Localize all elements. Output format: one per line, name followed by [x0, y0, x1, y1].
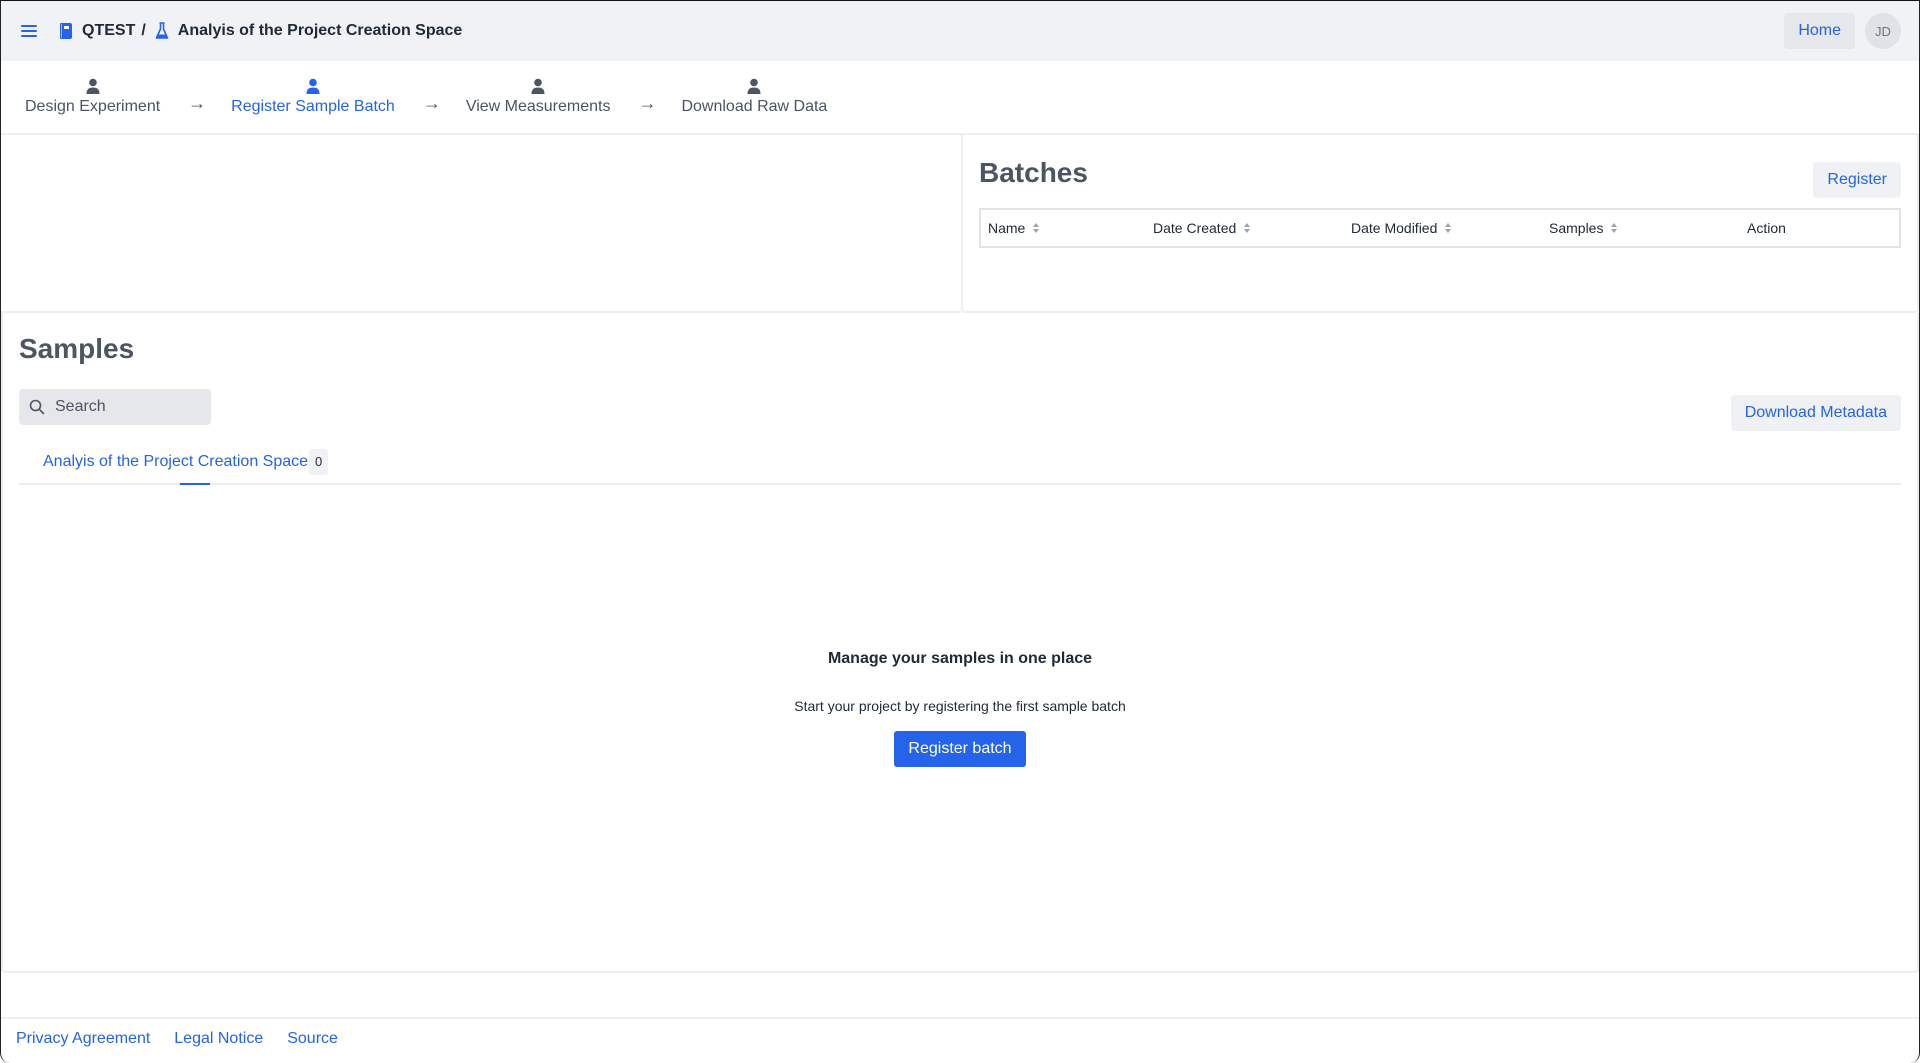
active-tab-indicator [180, 483, 210, 485]
person-icon [86, 78, 100, 94]
download-metadata-button[interactable]: Download Metadata [1730, 395, 1901, 431]
flask-icon [155, 22, 169, 39]
breadcrumb: QTEST / Analyis of the Project Creation … [60, 22, 462, 40]
top-panels: Batches Register Name Date Created Date … [1, 135, 1919, 313]
column-header-date-modified[interactable]: Date Modified [1351, 220, 1549, 236]
sort-icon[interactable] [1445, 223, 1452, 233]
column-label: Date Modified [1351, 220, 1438, 236]
home-button[interactable]: Home [1784, 13, 1855, 49]
person-icon [531, 78, 545, 94]
column-header-date-created[interactable]: Date Created [1153, 220, 1351, 236]
step-design-experiment[interactable]: Design Experiment [25, 78, 160, 116]
workflow-stepper: Design Experiment → Register Sample Batc… [1, 61, 1919, 135]
sort-icon[interactable] [1244, 223, 1251, 233]
register-button[interactable]: Register [1813, 162, 1901, 198]
sample-count-badge: 0 [309, 449, 329, 475]
samples-panel: Samples Download Metadata Analyis of the… [1, 313, 1919, 973]
step-label: Design Experiment [25, 98, 161, 115]
search-input[interactable] [55, 398, 195, 416]
arrow-right-icon: → [638, 93, 657, 113]
step-register-sample-batch[interactable]: Register Sample Batch [231, 78, 395, 116]
column-header-action: Action [1747, 220, 1786, 236]
privacy-agreement-link[interactable]: Privacy Agreement [16, 1030, 150, 1048]
left-empty-panel [1, 135, 961, 313]
column-header-samples[interactable]: Samples [1549, 220, 1747, 236]
empty-state-subtitle: Start your project by registering the fi… [794, 698, 1126, 714]
register-batch-button[interactable]: Register batch [894, 731, 1026, 767]
legal-notice-link[interactable]: Legal Notice [174, 1030, 263, 1048]
person-icon [306, 78, 320, 94]
footer: Privacy Agreement Legal Notice Source [1, 1017, 1919, 1063]
breadcrumb-experiment-title[interactable]: Analyis of the Project Creation Space [178, 22, 463, 40]
source-link[interactable]: Source [287, 1030, 338, 1048]
arrow-right-icon: → [188, 93, 207, 113]
column-header-name[interactable]: Name [981, 220, 1153, 236]
step-label: Register Sample Batch [231, 98, 395, 115]
experiment-tabs: Analyis of the Project Creation Space 0 [19, 449, 1901, 485]
sort-icon[interactable] [1611, 223, 1618, 233]
tab-experiment[interactable]: Analyis of the Project Creation Space 0 [43, 449, 329, 475]
search-icon [29, 399, 45, 415]
step-label: View Measurements [465, 98, 611, 115]
step-label: Download Raw Data [681, 98, 828, 115]
app-window: QTEST / Analyis of the Project Creation … [0, 0, 1920, 1063]
user-avatar[interactable]: JD [1865, 13, 1901, 49]
person-icon [747, 78, 761, 94]
empty-state-title: Manage your samples in one place [827, 650, 1093, 667]
column-label: Action [1747, 220, 1786, 236]
batches-title: Batches [979, 157, 1088, 188]
empty-state: Manage your samples in one place Start y… [3, 650, 1917, 767]
column-label: Samples [1549, 220, 1604, 236]
tab-label: Analyis of the Project Creation Space [43, 453, 309, 470]
arrow-right-icon: → [422, 93, 441, 113]
column-label: Name [988, 220, 1026, 236]
hamburger-menu-icon[interactable] [21, 21, 41, 41]
step-download-raw-data[interactable]: Download Raw Data [681, 78, 827, 116]
step-view-measurements[interactable]: View Measurements [465, 78, 611, 116]
search-field[interactable] [19, 389, 211, 425]
sort-icon[interactable] [1033, 223, 1040, 233]
breadcrumb-project-code[interactable]: QTEST [82, 22, 135, 40]
top-bar: QTEST / Analyis of the Project Creation … [1, 1, 1919, 61]
breadcrumb-separator: / [141, 22, 146, 39]
notebook-icon [60, 23, 72, 39]
batches-table-header: Name Date Created Date Modified Samples … [979, 208, 1901, 248]
samples-title: Samples [19, 333, 135, 364]
batches-panel: Batches Register Name Date Created Date … [961, 135, 1919, 313]
column-label: Date Created [1153, 220, 1237, 236]
